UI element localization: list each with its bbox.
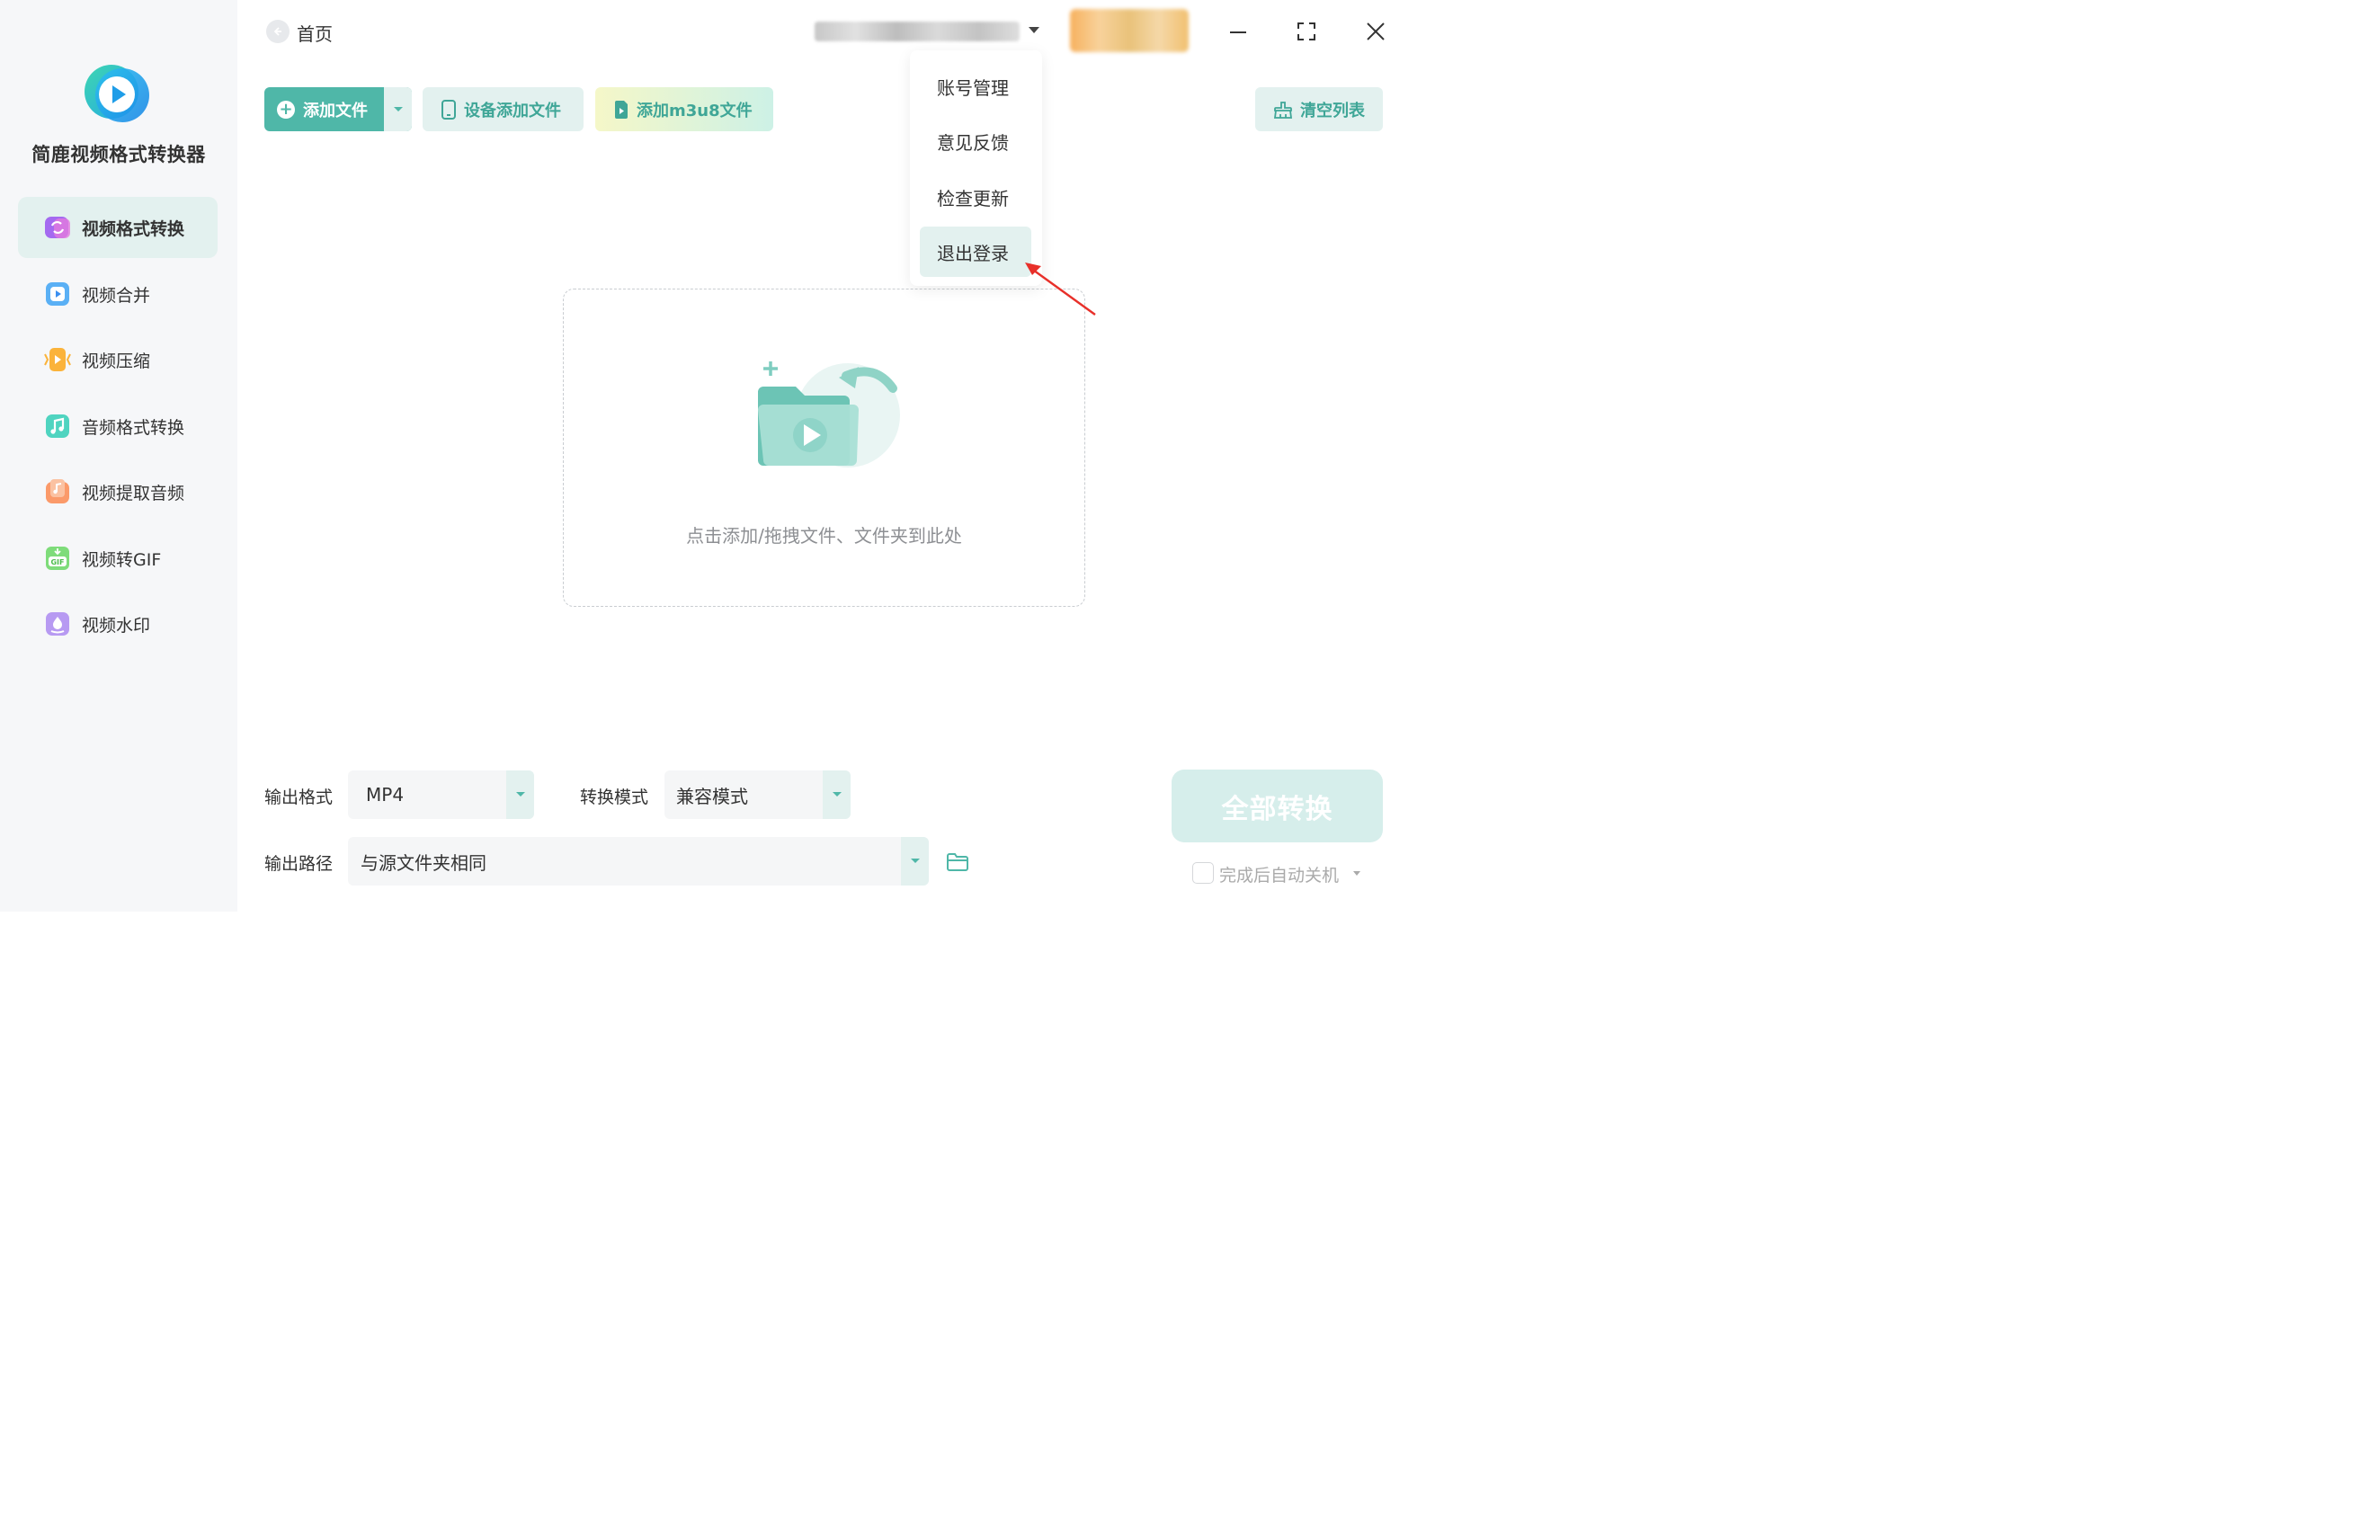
- audio-convert-icon: [43, 412, 72, 441]
- sidebar-item-label: 音频格式转换: [82, 417, 185, 438]
- convert-mode-label: 转换模式: [580, 788, 649, 807]
- clear-list-button[interactable]: 清空列表: [1255, 87, 1383, 131]
- convert-all-button[interactable]: 全部转换: [1172, 770, 1383, 842]
- app-name: 简鹿视频格式转换器: [31, 144, 206, 165]
- output-path-label: 输出路径: [264, 854, 334, 874]
- menu-item-check-update[interactable]: 检查更新: [920, 172, 1031, 222]
- watermark-icon: [43, 610, 72, 638]
- sidebar-item-video-convert[interactable]: 视频格式转换: [18, 197, 218, 258]
- breadcrumb-home[interactable]: 首页: [297, 20, 333, 46]
- drop-zone-hint: 点击添加/拖拽文件、文件夹到此处: [686, 525, 962, 547]
- back-button[interactable]: [266, 20, 290, 43]
- broom-icon: [1273, 101, 1293, 119]
- mobile-device-icon: [441, 99, 457, 120]
- sidebar-item-label: 视频提取音频: [82, 483, 185, 503]
- shutdown-after-checkbox[interactable]: [1192, 862, 1214, 884]
- add-folder-illustration-icon: [749, 345, 904, 480]
- device-add-file-label: 设备添加文件: [464, 101, 561, 120]
- minimize-icon: [1230, 31, 1246, 33]
- sidebar-item-label: 视频压缩: [82, 351, 151, 371]
- sidebar-item-extract-audio[interactable]: 视频提取音频: [18, 461, 218, 522]
- browse-folder-button[interactable]: [944, 849, 971, 876]
- output-format-label: 输出格式: [264, 788, 334, 807]
- add-file-dropdown-button[interactable]: [384, 87, 412, 131]
- add-file-button[interactable]: + 添加文件: [264, 87, 412, 131]
- menu-item-account-management[interactable]: 账号管理: [920, 61, 1031, 111]
- chevron-down-icon: [901, 837, 929, 886]
- sidebar-item-label: 视频转GIF: [82, 549, 162, 570]
- sidebar: 简鹿视频格式转换器 视频格式转换 视频合并 视频压缩 音频格式转换 视频提取音频…: [0, 0, 237, 912]
- add-file-label: 添加文件: [303, 101, 368, 120]
- close-icon: [1367, 22, 1385, 40]
- video-compress-icon: [43, 345, 72, 374]
- menu-item-feedback[interactable]: 意见反馈: [920, 116, 1031, 166]
- app-logo: [83, 61, 153, 129]
- sidebar-item-label: 视频格式转换: [82, 218, 185, 239]
- folder-icon: [947, 853, 968, 871]
- chevron-down-icon: [823, 770, 851, 819]
- account-dropdown-caret-icon[interactable]: [1029, 27, 1039, 33]
- file-drop-zone[interactable]: 点击添加/拖拽文件、文件夹到此处: [563, 289, 1085, 607]
- vip-badge[interactable]: [1070, 9, 1189, 52]
- convert-mode-value: 兼容模式: [676, 785, 748, 807]
- chevron-down-icon: [393, 106, 403, 111]
- sidebar-item-video-merge[interactable]: 视频合并: [18, 263, 218, 325]
- chevron-down-icon: [506, 770, 534, 819]
- plus-circle-icon: +: [277, 100, 295, 119]
- video-merge-icon: [43, 280, 72, 308]
- output-path-select[interactable]: 与源文件夹相同: [348, 837, 929, 886]
- sidebar-item-label: 视频合并: [82, 285, 151, 306]
- sidebar-item-video-compress[interactable]: 视频压缩: [18, 329, 218, 390]
- extract-audio-icon: [43, 477, 72, 506]
- maximize-button[interactable]: [1293, 18, 1320, 45]
- arrow-left-icon: [273, 27, 281, 36]
- account-name[interactable]: [815, 22, 1020, 41]
- device-add-file-button[interactable]: 设备添加文件: [423, 87, 584, 131]
- clear-list-label: 清空列表: [1300, 101, 1365, 120]
- maximize-icon: [1297, 22, 1315, 40]
- sidebar-item-watermark[interactable]: 视频水印: [18, 593, 218, 654]
- video-file-icon: [613, 100, 629, 120]
- minimize-button[interactable]: [1225, 18, 1252, 45]
- gif-icon: GIF: [43, 544, 72, 573]
- shutdown-options-caret-icon[interactable]: [1353, 871, 1360, 876]
- output-format-select[interactable]: MP4: [348, 770, 534, 819]
- output-format-value: MP4: [366, 784, 405, 806]
- shutdown-after-label[interactable]: 完成后自动关机: [1219, 862, 1339, 886]
- sidebar-item-gif[interactable]: GIF 视频转GIF: [18, 528, 218, 589]
- video-convert-icon: [43, 213, 72, 242]
- account-menu: 账号管理 意见反馈 检查更新 退出登录: [910, 50, 1042, 286]
- add-m3u8-button[interactable]: 添加m3u8文件: [595, 87, 773, 131]
- sidebar-item-label: 视频水印: [82, 615, 151, 636]
- close-button[interactable]: [1362, 18, 1389, 45]
- output-path-value: 与源文件夹相同: [361, 851, 486, 874]
- menu-item-logout[interactable]: 退出登录: [920, 227, 1031, 277]
- add-m3u8-label: 添加m3u8文件: [637, 101, 753, 120]
- sidebar-item-audio-convert[interactable]: 音频格式转换: [18, 396, 218, 457]
- svg-text:GIF: GIF: [50, 558, 64, 566]
- convert-mode-select[interactable]: 兼容模式: [664, 770, 851, 819]
